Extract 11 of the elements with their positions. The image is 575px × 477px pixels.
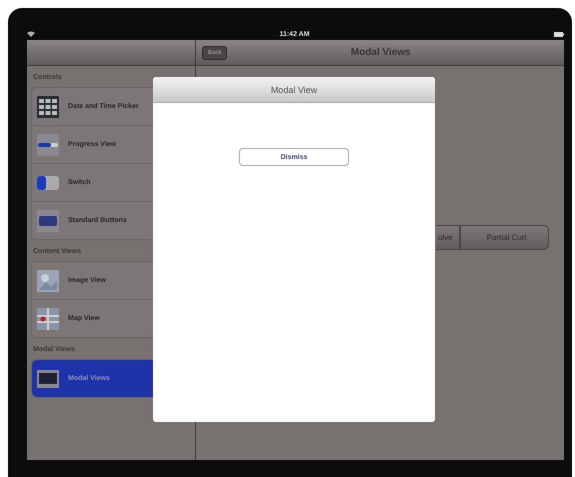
item-icon: [36, 132, 60, 156]
segment-tab[interactable]: olve: [436, 225, 460, 250]
item-icon: [36, 306, 60, 330]
modal-title: Modal View: [153, 77, 435, 103]
item-icon: [36, 208, 60, 232]
nav-title: Modal Views: [350, 47, 412, 58]
battery-icon: [554, 32, 564, 36]
segment-tab[interactable]: Partial Curl: [460, 225, 550, 250]
item-icon: [36, 268, 60, 292]
item-icon: [36, 94, 60, 118]
wifi-icon: [27, 31, 35, 37]
